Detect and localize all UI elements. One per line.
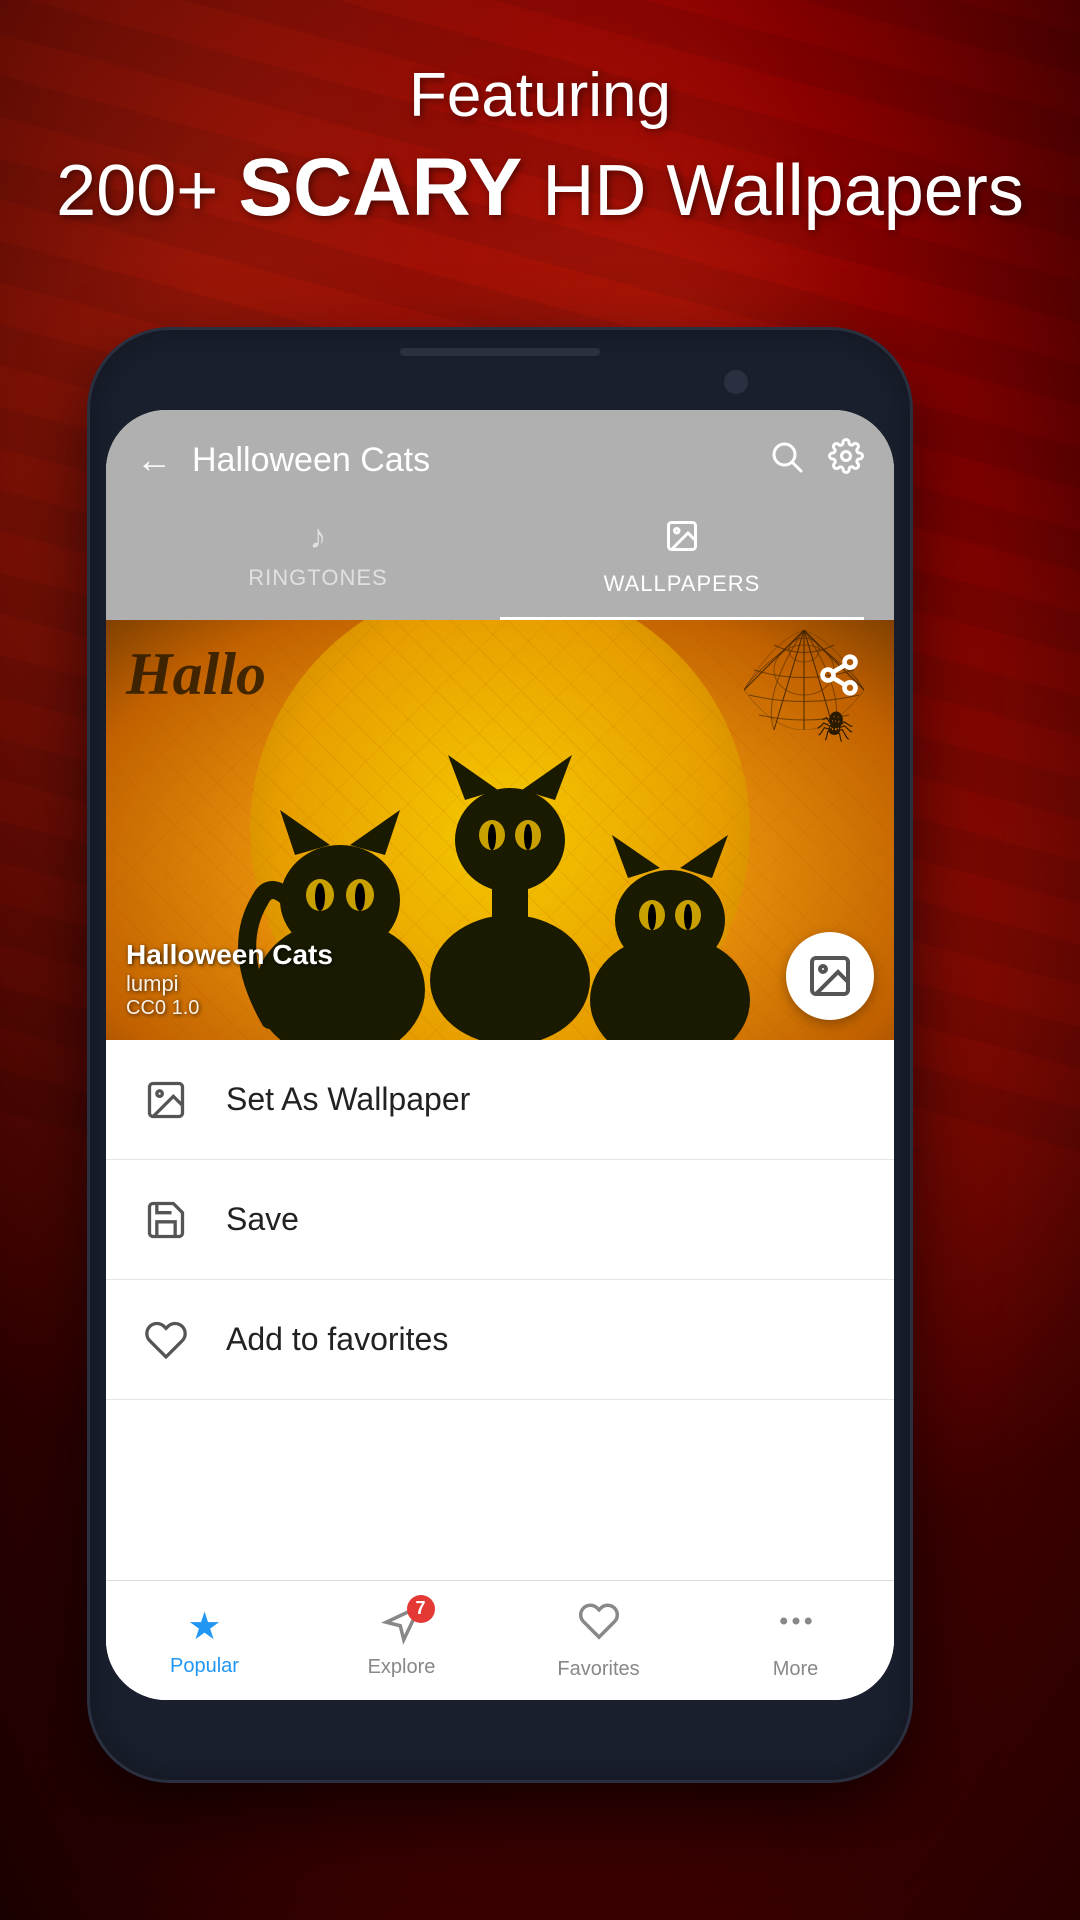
explore-badge: 7 (407, 1595, 435, 1623)
nav-more[interactable]: More (697, 1600, 894, 1681)
hero-featuring: Featuring (0, 60, 1080, 131)
popular-icon: ★ (187, 1604, 221, 1649)
phone-top-bar (400, 348, 600, 356)
more-icon (775, 1600, 817, 1652)
explore-label: Explore (368, 1656, 436, 1679)
halloween-background: 🕷 Hallo (106, 620, 894, 1040)
settings-icon[interactable] (828, 438, 864, 482)
hero-count-bold: SCARY (238, 142, 522, 233)
search-icon[interactable] (768, 438, 804, 482)
bottom-nav: ★ Popular 7 Explore (106, 1580, 894, 1700)
tab-ringtones-label: RINGTONES (248, 565, 387, 591)
share-button[interactable] (804, 640, 874, 710)
hero-count: 200+ SCARY HD Wallpapers (0, 141, 1080, 235)
app-header-row: ← Halloween Cats (136, 438, 864, 482)
save-action[interactable]: Save (106, 1160, 894, 1280)
save-icon (136, 1190, 196, 1250)
set-wallpaper-icon (136, 1070, 196, 1130)
more-label: More (773, 1658, 819, 1681)
app-content: 🕷 Hallo (106, 620, 894, 1700)
phone-mockup: ← Halloween Cats (90, 330, 910, 1780)
set-wallpaper-action[interactable]: Set As Wallpaper (106, 1040, 894, 1160)
nav-explore[interactable]: 7 Explore (303, 1603, 500, 1679)
set-wallpaper-label: Set As Wallpaper (226, 1081, 470, 1118)
wallpapers-icon (664, 518, 700, 563)
app-title: Halloween Cats (192, 441, 768, 480)
explore-badge-container: 7 (381, 1603, 423, 1650)
app-header: ← Halloween Cats (106, 410, 894, 620)
image-author: lumpi (126, 971, 333, 997)
tab-wallpapers-label: WALLPAPERS (604, 571, 761, 597)
back-button[interactable]: ← (136, 442, 172, 478)
phone-camera (722, 368, 750, 396)
popular-label: Popular (170, 1655, 239, 1678)
tabs: ♪ RINGTONES WALLPAPERS (136, 502, 864, 620)
hero-count-prefix: 200+ (56, 151, 238, 231)
hero-section: Featuring 200+ SCARY HD Wallpapers (0, 60, 1080, 235)
add-favorites-action[interactable]: Add to favorites (106, 1280, 894, 1400)
nav-popular[interactable]: ★ Popular (106, 1604, 303, 1678)
wallpaper-image: 🕷 Hallo (106, 620, 894, 1040)
favorites-label: Favorites (557, 1658, 639, 1681)
nav-favorites[interactable]: Favorites (500, 1600, 697, 1681)
view-wallpaper-button[interactable] (786, 932, 874, 1020)
image-info: Halloween Cats lumpi CC0 1.0 (126, 939, 333, 1020)
header-icons (768, 438, 864, 482)
heart-icon (136, 1310, 196, 1370)
favorites-icon (578, 1600, 620, 1652)
add-favorites-label: Add to favorites (226, 1321, 448, 1358)
tab-wallpapers[interactable]: WALLPAPERS (500, 502, 864, 620)
save-label: Save (226, 1201, 299, 1238)
image-license: CC0 1.0 (126, 997, 333, 1020)
image-title: Halloween Cats (126, 939, 333, 971)
phone-outer: ← Halloween Cats (90, 330, 910, 1780)
hero-count-suffix: HD Wallpapers (522, 151, 1023, 231)
tab-ringtones[interactable]: ♪ RINGTONES (136, 502, 500, 620)
phone-screen: ← Halloween Cats (106, 410, 894, 1700)
ringtones-icon: ♪ (310, 518, 327, 557)
